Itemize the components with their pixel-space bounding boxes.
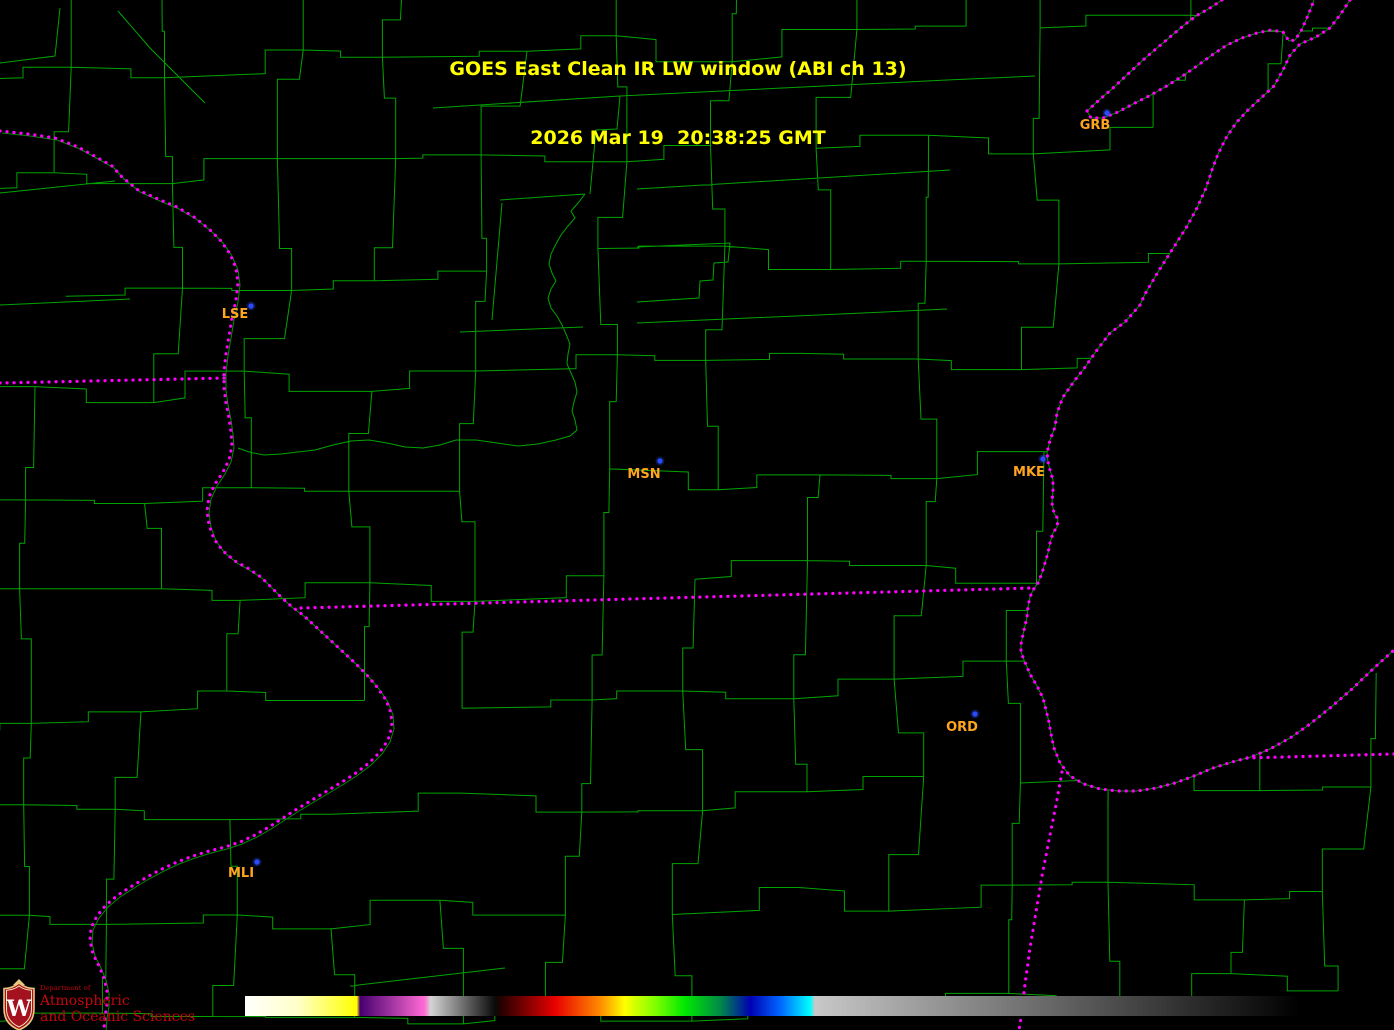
station-dot-ORD: [972, 711, 978, 717]
goes-satellite-viewer: LSE GRB MSN MKE ORD MLI GOES East Clean IR LW…: [0, 0, 1394, 1030]
station-label-LSE: LSE: [222, 307, 249, 322]
station-label-MKE: MKE: [1013, 465, 1045, 480]
station-dot-MKE: [1040, 456, 1046, 462]
station-dot-GRB: [1104, 110, 1110, 116]
brand-line-1: Atmospheric: [40, 992, 130, 1009]
station-dot-MSN: [657, 458, 663, 464]
station-label-MSN: MSN: [627, 467, 660, 482]
title-line-1: GOES East Clean IR LW window (ABI ch 13): [449, 58, 907, 80]
crest-letter: W: [6, 996, 32, 1022]
ir-temperature-color-scale: [245, 996, 1300, 1016]
title-line-2: 2026 Mar 19 20:38:25 GMT: [530, 127, 826, 149]
station-label-GRB: GRB: [1080, 118, 1111, 133]
station-label-MLI: MLI: [228, 866, 254, 881]
image-title: GOES East Clean IR LW window (ABI ch 13)…: [449, 12, 906, 196]
station-dot-LSE: [248, 303, 254, 309]
station-label-ORD: ORD: [946, 720, 978, 735]
uw-crest-logo: W: [3, 979, 35, 1030]
uw-aos-branding: W Department of Atmospheric and Oceanic …: [2, 979, 195, 1030]
brand-dept-line: Department of: [40, 984, 91, 992]
brand-line-2: and Oceanic Sciences: [40, 1008, 196, 1025]
station-dot-MLI: [254, 859, 260, 865]
